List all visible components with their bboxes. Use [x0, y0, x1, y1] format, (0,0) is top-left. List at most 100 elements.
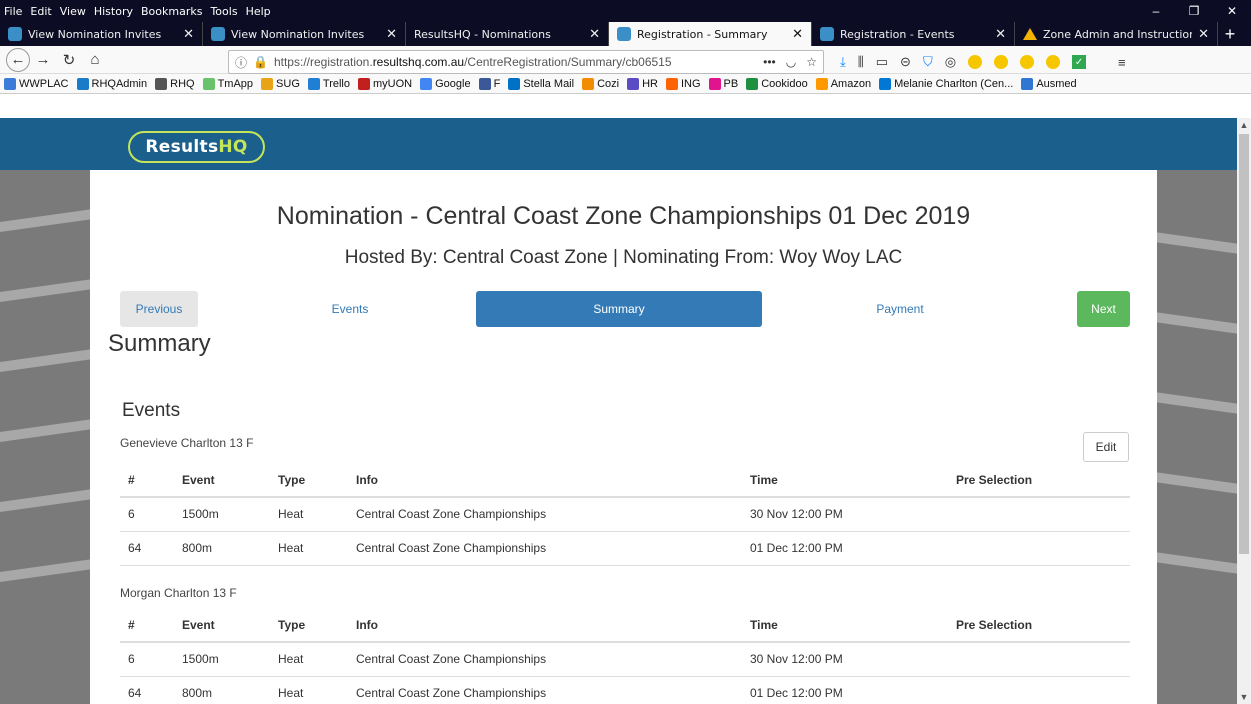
column-header: Type [270, 464, 348, 498]
bookmark-item[interactable]: RHQAdmin [76, 77, 147, 90]
extension-yellow-icon[interactable] [1046, 55, 1061, 69]
bookmark-item[interactable]: HR [627, 77, 658, 90]
menu-edit[interactable]: Edit [30, 5, 51, 18]
bookmark-label: WWPLAC [19, 77, 69, 90]
bookmark-item[interactable]: Stella Mail [508, 77, 574, 90]
rhq-favicon-icon [211, 27, 225, 41]
back-arrow-icon[interactable]: ← [6, 47, 30, 72]
extension-yellow-icon[interactable] [994, 55, 1009, 69]
bookmark-item[interactable]: Cookidoo [746, 77, 808, 90]
checkbox-extension-icon[interactable]: ✓ [1072, 55, 1087, 69]
tab-view-nomination-invites-1[interactable]: View Nomination Invites ✕ [0, 22, 203, 46]
tab-view-nomination-invites-2[interactable]: View Nomination Invites ✕ [203, 22, 406, 46]
bookmark-item[interactable]: Amazon [815, 77, 871, 90]
events-table: # Event Type Info Time Pre Selection 6 1… [120, 609, 1130, 704]
bookmark-label: Cookidoo [761, 77, 808, 90]
browser-chrome: File Edit View History Bookmarks Tools H… [0, 0, 1251, 94]
bookmark-item[interactable]: RHQ [155, 77, 195, 90]
extension-yellow-icon[interactable] [1020, 55, 1035, 69]
resultshq-logo[interactable]: Results HQ [128, 131, 265, 163]
library-icon[interactable]: ⫼ [858, 54, 864, 70]
bookmark-item[interactable]: WWPLAC [4, 77, 69, 90]
cell-time: 01 Dec 12:00 PM [742, 531, 948, 566]
pocket-icon[interactable]: ◡ [786, 55, 796, 69]
close-tab-icon[interactable]: ✕ [995, 27, 1006, 42]
column-header: Type [270, 609, 348, 643]
bookmark-item[interactable]: F [478, 77, 500, 90]
home-icon[interactable]: ⌂ [82, 48, 108, 72]
account-icon[interactable]: ⊝ [900, 54, 911, 70]
column-header: Event [174, 464, 270, 498]
page-title: Nomination - Central Coast Zone Champion… [276, 202, 971, 230]
edit-button[interactable]: Edit [1083, 432, 1129, 462]
url-domain: resultshq.com.au [372, 55, 465, 69]
extension-yellow-icon[interactable] [968, 55, 983, 69]
bookmark-favicon-icon [1021, 77, 1034, 90]
new-tab-icon[interactable]: + [1218, 22, 1242, 46]
menu-view[interactable]: View [60, 5, 86, 18]
menu-history[interactable]: History [94, 5, 133, 18]
tab-registration-events[interactable]: Registration - Events ✕ [812, 22, 1015, 46]
menu-bookmarks[interactable]: Bookmarks [141, 5, 202, 18]
page-actions-icon[interactable]: ••• [763, 55, 776, 69]
bookmark-item[interactable]: Cozi [582, 77, 619, 90]
close-tab-icon[interactable]: ✕ [589, 27, 600, 42]
menu-icon[interactable]: ≡ [1118, 55, 1126, 70]
bookmark-item[interactable]: Melanie Charlton (Cen... [879, 77, 1013, 90]
close-tab-icon[interactable]: ✕ [792, 27, 803, 42]
menu-help[interactable]: Help [246, 5, 271, 18]
summary-heading: Summary [108, 330, 211, 357]
main-card: Nomination - Central Coast Zone Champion… [90, 170, 1157, 704]
bookmark-item[interactable]: TmApp [202, 77, 253, 90]
tab-zone-admin[interactable]: Zone Admin and Instructions -✕ [1015, 22, 1218, 46]
minimize-button[interactable]: – [1137, 0, 1175, 22]
menu-tools[interactable]: Tools [210, 5, 237, 18]
bookmark-item[interactable]: PB [708, 77, 738, 90]
close-tab-icon[interactable]: ✕ [183, 27, 194, 42]
bookmark-item[interactable]: Google [420, 77, 471, 90]
close-tab-icon[interactable]: ✕ [386, 27, 397, 42]
scroll-down-icon[interactable]: ▼ [1237, 690, 1251, 704]
sidebar-icon[interactable]: ▭ [876, 54, 888, 70]
step-payment[interactable]: Payment [820, 291, 980, 327]
reload-icon[interactable]: ↻ [56, 48, 82, 72]
bookmark-item[interactable]: Trello [307, 77, 350, 90]
url-path: /CentreRegistration/Summary/cb06515 [464, 55, 672, 69]
bookmark-favicon-icon [4, 77, 16, 90]
extension-icon[interactable]: ◎ [945, 54, 956, 70]
vertical-scrollbar[interactable]: ▲ ▼ [1237, 118, 1251, 704]
bookmark-item[interactable]: myUON [358, 77, 412, 90]
cell-preselection [948, 642, 1130, 677]
events-heading: Events [122, 400, 181, 421]
rhq-favicon-icon [820, 27, 834, 41]
bookmark-item[interactable]: SUG [261, 77, 300, 90]
info-icon[interactable]: ⓘ [235, 54, 247, 71]
bookmark-favicon-icon [879, 77, 892, 90]
bookmark-favicon-icon [746, 77, 759, 90]
athlete-name: Genevieve Charlton 13 F [120, 436, 254, 450]
toolbar-icons: ⤓ ⫼ ▭ ⊝ ⛉ ◎ ✓ ≡ [840, 50, 1126, 74]
download-icon[interactable]: ⤓ [840, 54, 846, 70]
close-tab-icon[interactable]: ✕ [1198, 27, 1209, 42]
bookmark-star-icon[interactable]: ☆ [806, 55, 817, 69]
column-header: # [120, 464, 174, 498]
lock-icon[interactable]: 🔒 [253, 55, 268, 69]
url-bar[interactable]: ⓘ 🔒 https://registration. resultshq.com.a… [228, 50, 824, 74]
step-events[interactable]: Events [270, 291, 430, 327]
cell-preselection [948, 676, 1130, 704]
menu-file[interactable]: File [4, 5, 22, 18]
tab-resultshq-nominations[interactable]: ResultsHQ - Nominations ✕ [406, 22, 609, 46]
previous-button[interactable]: Previous [120, 291, 198, 327]
close-window-button[interactable]: ✕ [1213, 0, 1251, 22]
step-summary[interactable]: Summary [476, 291, 762, 327]
forward-arrow-icon[interactable]: → [30, 48, 56, 72]
bookmark-item[interactable]: ING [665, 77, 701, 90]
tab-registration-summary[interactable]: Registration - Summary ✕ [609, 22, 812, 46]
scrollbar-thumb[interactable] [1239, 134, 1249, 554]
cell-time: 30 Nov 12:00 PM [742, 497, 948, 532]
scroll-up-icon[interactable]: ▲ [1237, 118, 1251, 132]
bookmark-item[interactable]: Ausmed [1021, 77, 1077, 90]
shield-icon[interactable]: ⛉ [923, 54, 933, 70]
next-button[interactable]: Next [1077, 291, 1130, 327]
restore-button[interactable]: ❐ [1175, 0, 1213, 22]
